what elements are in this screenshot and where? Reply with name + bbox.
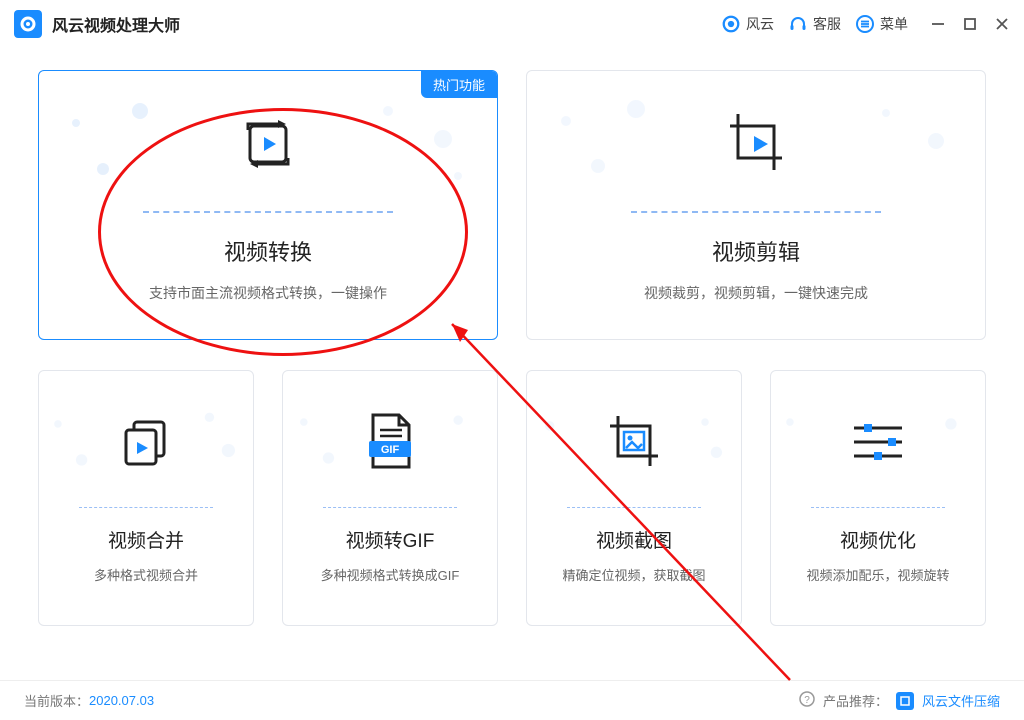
brand-quick-label: 风云 [746,14,774,34]
card-video-to-gif[interactable]: GIF 视频转GIF 多种视频格式转换成GIF [282,370,498,626]
sliders-icon [846,397,910,487]
card-video-merge[interactable]: 视频合并 多种格式视频合并 [38,370,254,626]
window-controls [930,16,1010,32]
hot-badge: 热门功能 [421,71,497,98]
target-icon [721,14,741,34]
main-content: 热门功能 视频转换 支持市面主流视频格式转换，一键操作 视频剪辑 视频裁剪，视频… [0,48,1024,666]
compress-icon [896,692,914,710]
svg-text:?: ? [804,695,810,706]
card-desc: 支持市面主流视频格式转换，一键操作 [149,283,387,303]
svg-text:GIF: GIF [381,444,400,456]
merge-icon [116,397,176,487]
convert-icon [234,99,302,189]
card-title: 视频合并 [108,526,184,553]
card-video-edit[interactable]: 视频剪辑 视频裁剪，视频剪辑，一键快速完成 [526,70,986,340]
divider [323,507,457,508]
maximize-button[interactable] [962,16,978,32]
card-title: 视频剪辑 [712,235,800,267]
help-icon[interactable]: ? [799,691,815,710]
support-button[interactable]: 客服 [788,14,841,34]
card-video-optimize[interactable]: 视频优化 视频添加配乐，视频旋转 [770,370,986,626]
crop-play-icon [720,99,792,189]
card-desc: 多种格式视频合并 [94,565,198,584]
card-title: 视频优化 [840,526,916,553]
divider [79,507,213,508]
card-title: 视频转GIF [346,526,435,553]
menu-label: 菜单 [880,14,908,34]
close-button[interactable] [994,16,1010,32]
divider [143,211,394,213]
divider [811,507,945,508]
feature-row-top: 热门功能 视频转换 支持市面主流视频格式转换，一键操作 视频剪辑 视频裁剪，视频… [38,70,986,340]
screenshot-icon [602,397,666,487]
gif-file-icon: GIF [363,397,417,487]
minimize-button[interactable] [930,16,946,32]
card-desc: 多种视频格式转换成GIF [321,565,460,584]
app-title: 风云视频处理大师 [52,12,180,36]
card-desc: 视频裁剪，视频剪辑，一键快速完成 [644,283,868,303]
card-desc: 精确定位视频，获取截图 [562,565,705,584]
version-value: 2020.07.03 [89,693,154,708]
titlebar: 风云视频处理大师 风云 客服 菜单 [0,0,1024,48]
header-actions: 风云 客服 菜单 [721,14,1010,34]
divider [631,211,882,213]
footer: 当前版本： 2020.07.03 ? 产品推荐： 风云文件压缩 [0,680,1024,720]
card-video-convert[interactable]: 热门功能 视频转换 支持市面主流视频格式转换，一键操作 [38,70,498,340]
card-desc: 视频添加配乐，视频旋转 [806,565,949,584]
divider [567,507,701,508]
card-video-screenshot[interactable]: 视频截图 精确定位视频，获取截图 [526,370,742,626]
recommend-product-link[interactable]: 风云文件压缩 [922,691,1000,710]
menu-button[interactable]: 菜单 [855,14,908,34]
brand-quick-button[interactable]: 风云 [721,14,774,34]
support-label: 客服 [813,14,841,34]
menu-icon [855,14,875,34]
headset-icon [788,14,808,34]
card-title: 视频转换 [224,235,312,267]
recommend-label: 产品推荐： [823,691,888,710]
feature-row-bottom: 视频合并 多种格式视频合并 GIF 视频转GIF 多种视频格式转换成GIF 视频… [38,370,986,626]
card-title: 视频截图 [596,526,672,553]
version-label: 当前版本： [24,691,89,710]
app-logo [14,10,42,38]
